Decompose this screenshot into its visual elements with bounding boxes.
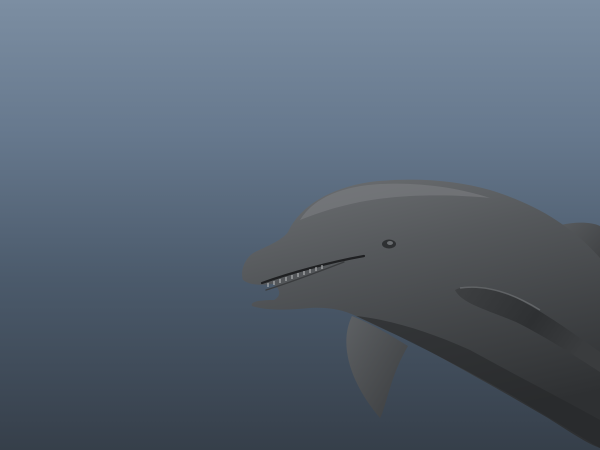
eye-highlight — [387, 241, 393, 245]
3d-viewport[interactable] — [0, 0, 600, 450]
dolphin-model-render[interactable] — [0, 0, 600, 450]
